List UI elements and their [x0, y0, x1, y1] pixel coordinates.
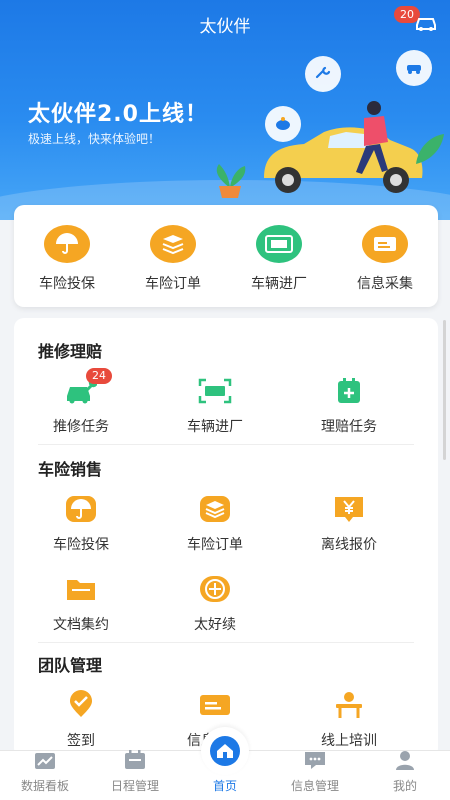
repair-row: 24 推修任务 车辆进厂 理赔任务 — [14, 368, 438, 436]
grid-item-label: 理赔任务 — [321, 419, 377, 435]
grid-item-label: 车险投保 — [53, 537, 109, 553]
grid-item-label: 车险订单 — [187, 537, 243, 553]
chart-icon — [34, 752, 56, 774]
function-panel: 推修理赔 24 推修任务 车辆进厂 理赔任务 车险销售 车险投保 车险订单 离线… — [14, 318, 438, 758]
section-divider — [38, 444, 414, 445]
grid-item-document[interactable]: 文档集约 — [14, 574, 148, 634]
quick-item-car-insurance[interactable]: 车险投保 — [14, 205, 120, 307]
folder-icon — [64, 574, 98, 604]
car-small-icon — [396, 50, 432, 86]
grid-item-check-in[interactable]: 签到 — [14, 690, 148, 750]
umbrella-icon — [44, 225, 90, 263]
training-icon — [332, 690, 366, 720]
grid-item-renew[interactable]: 太好续 — [148, 574, 282, 634]
grid-item-car-insurance[interactable]: 车险投保 — [14, 494, 148, 554]
repair-task-badge: 24 — [86, 368, 112, 384]
quick-item-label: 车险投保 — [39, 276, 95, 292]
grid-item-label: 推修任务 — [53, 419, 109, 435]
section-title-repair: 推修理赔 — [38, 342, 103, 361]
section-divider — [38, 642, 414, 643]
nav-label: 日程管理 — [110, 779, 159, 793]
grid-item-insurance-order[interactable]: 车险订单 — [148, 494, 282, 554]
leaf-icon — [416, 134, 444, 164]
sales-row-2: 文档集约 太好续 — [14, 574, 438, 634]
grid-item-vehicle-entry[interactable]: 车辆进厂 — [148, 376, 282, 436]
banner-title: 太伙伴2.0上线！ — [28, 102, 208, 127]
stack-icon — [150, 225, 196, 263]
message-icon — [304, 750, 326, 774]
section-title-team: 团队管理 — [38, 656, 103, 675]
grid-item-offline-quote[interactable]: 离线报价 — [282, 494, 416, 554]
quick-item-info-collection[interactable]: 信息采集 — [332, 205, 438, 307]
quick-item-label: 车辆进厂 — [251, 276, 307, 292]
section-title-sales: 车险销售 — [38, 460, 103, 479]
grid-item-repair-task[interactable]: 24 推修任务 — [14, 368, 148, 436]
grid-item-label: 线上培训 — [321, 733, 377, 749]
quick-actions-card: 车险投保 车险订单 车辆进厂 信息采集 — [14, 205, 438, 307]
nav-label: 首页 — [212, 779, 237, 793]
home-button[interactable] — [201, 727, 249, 775]
quick-item-insurance-order[interactable]: 车险订单 — [120, 205, 226, 307]
card-icon — [362, 225, 408, 263]
quick-item-label: 信息采集 — [357, 276, 413, 292]
nav-item-profile[interactable]: 我的 — [360, 751, 450, 800]
nav-item-dashboard[interactable]: 数据看板 — [0, 751, 90, 800]
page-title: 太伙伴 — [199, 17, 251, 37]
nav-item-info-management[interactable]: 信息管理 — [270, 751, 360, 800]
car-illustration-icon — [264, 101, 423, 193]
grid-item-label: 车辆进厂 — [187, 419, 243, 435]
sales-row-1: 车险投保 车险订单 离线报价 — [14, 494, 438, 554]
header-banner: 太伙伴 20 太伙伴2.0上线！ 极速上线，快来体验吧！ — [0, 0, 450, 220]
home-icon — [210, 736, 240, 766]
quick-item-vehicle-entry[interactable]: 车辆进厂 — [226, 205, 332, 307]
grid-item-label: 文档集约 — [53, 617, 109, 633]
grid-item-label: 太好续 — [194, 617, 236, 633]
plant-icon — [216, 164, 246, 198]
banner-subtitle: 极速上线，快来体验吧！ — [28, 132, 161, 146]
car-notification-icon[interactable] — [414, 14, 438, 32]
wrench-icon — [305, 56, 341, 92]
grid-item-claim-task[interactable]: 理赔任务 — [282, 376, 416, 436]
nav-label: 信息管理 — [290, 779, 339, 793]
card-icon — [198, 690, 232, 720]
ocr-icon — [198, 376, 232, 406]
calendar-icon — [124, 750, 146, 774]
renew-icon — [198, 574, 232, 604]
nav-label: 数据看板 — [20, 779, 69, 793]
scrollbar[interactable] — [443, 320, 446, 460]
check-pin-icon — [64, 690, 98, 720]
grid-item-label: 签到 — [67, 733, 95, 749]
grid-item-online-training[interactable]: 线上培训 — [282, 690, 416, 750]
nav-item-schedule[interactable]: 日程管理 — [90, 750, 180, 800]
nav-label: 我的 — [392, 779, 417, 793]
grid-item-label: 离线报价 — [321, 537, 377, 553]
stack-icon — [198, 494, 232, 524]
user-icon — [395, 750, 415, 774]
yen-icon — [332, 494, 366, 524]
ocr-icon — [256, 225, 302, 263]
car-wrench-icon: 24 — [64, 368, 112, 406]
quick-item-label: 车险订单 — [145, 276, 201, 292]
umbrella-icon — [64, 494, 98, 524]
calendar-plus-icon — [332, 376, 366, 406]
